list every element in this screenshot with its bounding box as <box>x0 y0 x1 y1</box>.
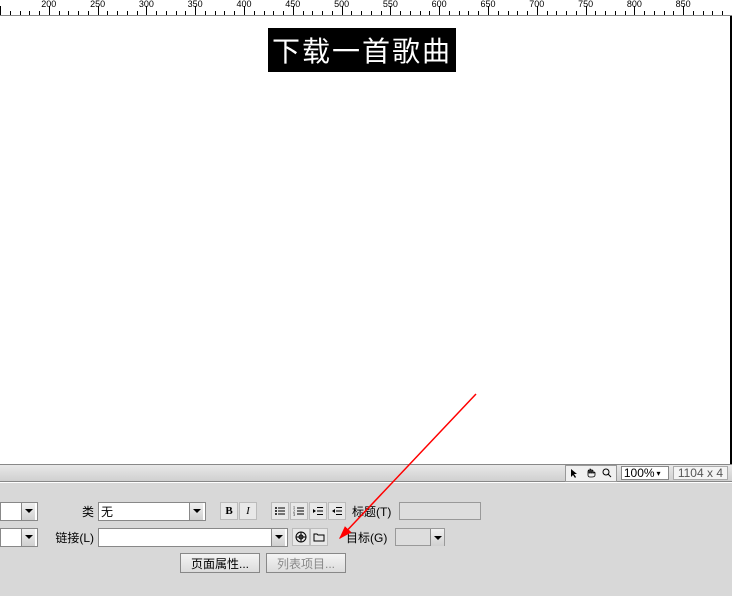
view-tools <box>565 465 617 482</box>
ruler-label: 800 <box>627 0 642 9</box>
zoom-select[interactable]: 100% ▾ <box>621 466 669 480</box>
browse-folder-icon[interactable] <box>310 528 328 546</box>
link-label: 链接(L) <box>40 529 98 546</box>
italic-button[interactable]: I <box>239 502 257 520</box>
zoom-value: 100% <box>624 466 655 480</box>
ruler-label: 200 <box>41 0 56 9</box>
link-input[interactable] <box>98 528 288 547</box>
chevron-down-icon <box>271 529 285 546</box>
svg-text:3: 3 <box>293 512 295 517</box>
ruler-label: 450 <box>285 0 300 9</box>
target-select[interactable] <box>395 528 445 546</box>
bold-button[interactable]: B <box>220 502 238 520</box>
hand-icon[interactable] <box>584 467 598 480</box>
list-item-button: 列表项目... <box>266 553 346 573</box>
ruler-label: 400 <box>236 0 251 9</box>
ruler-label: 350 <box>188 0 203 9</box>
pointer-icon[interactable] <box>568 467 582 480</box>
target-label: 目标(G) <box>346 529 391 546</box>
ruler-label: 300 <box>139 0 154 9</box>
class-value: 无 <box>101 503 113 520</box>
indent-icon[interactable] <box>328 502 346 520</box>
chevron-down-icon <box>189 503 203 520</box>
title-label: 标题(T) <box>352 503 395 520</box>
chevron-down-icon: ▾ <box>655 469 663 478</box>
status-bar: 100% ▾ 1104 x 4 <box>0 464 732 482</box>
text-style-group: B I <box>220 502 257 520</box>
ruler-label: 600 <box>432 0 447 9</box>
ruler-label: 850 <box>676 0 691 9</box>
properties-panel: 类 无 B I 123 标题(T) 链接(L) <box>0 482 732 596</box>
unordered-list-icon[interactable] <box>271 502 289 520</box>
class-label: 类 <box>40 503 98 520</box>
page-properties-button[interactable]: 页面属性... <box>180 553 260 573</box>
ordered-list-icon[interactable]: 123 <box>290 502 308 520</box>
design-canvas[interactable]: 下载一首歌曲 <box>0 16 732 464</box>
format-dropdown-1[interactable] <box>0 502 38 521</box>
list-indent-group: 123 <box>271 502 346 520</box>
ruler-label: 550 <box>383 0 398 9</box>
zoom-icon[interactable] <box>600 467 614 480</box>
title-input[interactable] <box>399 502 481 520</box>
outdent-icon[interactable] <box>309 502 327 520</box>
point-to-file-icon[interactable] <box>292 528 310 546</box>
ruler-label: 500 <box>334 0 349 9</box>
format-dropdown-2[interactable] <box>0 528 38 547</box>
ruler-label: 750 <box>578 0 593 9</box>
horizontal-ruler: 200 250 300 350 400 450 500 550 600 650 700 750 800 8… <box>0 0 732 16</box>
chevron-down-icon <box>430 529 444 546</box>
page-title[interactable]: 下载一首歌曲 <box>268 28 456 72</box>
ruler-label: 700 <box>529 0 544 9</box>
class-select[interactable]: 无 <box>98 502 206 521</box>
dimensions-readout: 1104 x 4 <box>673 466 728 480</box>
ruler-label: 250 <box>90 0 105 9</box>
ruler-label: 650 <box>480 0 495 9</box>
